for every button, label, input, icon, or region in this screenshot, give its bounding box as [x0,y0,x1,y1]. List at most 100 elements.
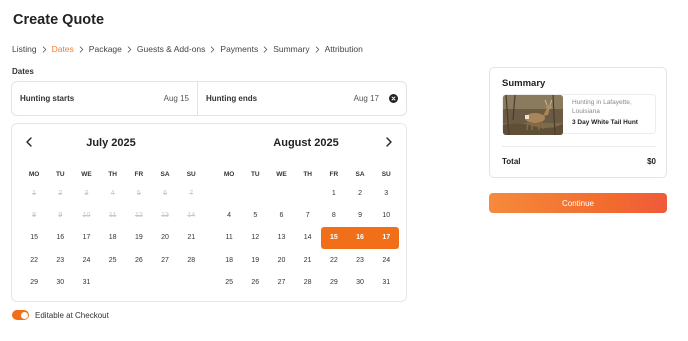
calendar-day[interactable]: 15 [21,227,47,249]
month-title-august: August 2025 [273,137,339,149]
total-label: Total [502,157,521,166]
weekday-header: MO [223,170,235,178]
calendar-day[interactable]: 23 [47,249,73,271]
empty-day-cell [295,182,321,204]
dates-section-label: Dates [12,67,34,76]
calendar-day[interactable]: 28 [178,249,204,271]
chevron-right-icon[interactable] [383,135,395,149]
calendar-day[interactable]: 4 [216,204,242,226]
month-grid-august: MO TU WE TH FR SA SU 1 2 3 4 5 6 7 8 9 10 11 12 13 14 15 16 17 1… [216,166,400,293]
breadcrumb-item-package[interactable]: Package [89,44,122,54]
calendar-day[interactable]: 17 [73,227,99,249]
start-date-field[interactable]: Hunting starts Aug 15 [12,82,198,115]
calendar-day[interactable]: 8 [321,204,347,226]
date-picker-calendar: July 2025 August 2025 MO TU WE TH FR SA SU 1 2 3 4… [11,123,407,302]
calendar-day[interactable]: 24 [373,249,399,271]
calendar-day[interactable]: 9 [347,204,373,226]
calendar-day[interactable]: 20 [268,249,294,271]
calendar-day[interactable]: 22 [21,249,47,271]
calendar-day[interactable]: 11 [216,227,242,249]
calendar-day[interactable]: 2 [347,182,373,204]
breadcrumb-item-attribution[interactable]: Attribution [325,44,363,54]
clear-dates-icon[interactable] [389,94,398,103]
weekday-header: MO [28,170,40,178]
calendar-day[interactable]: 27 [152,249,178,271]
calendar-day[interactable]: 29 [21,271,47,293]
calendar-day[interactable]: 21 [295,249,321,271]
weekday-header: SA [160,170,170,178]
weekday-header: WE [81,170,92,178]
listing-thumbnail [503,95,563,135]
calendar-day[interactable]: 18 [216,249,242,271]
continue-button[interactable]: Continue [489,193,667,213]
breadcrumb-item-dates[interactable]: Dates [52,44,74,54]
calendar-day[interactable]: 14 [295,227,321,249]
weekday-header: SU [186,170,196,178]
editable-toggle[interactable] [12,310,29,320]
calendar-day[interactable]: 15 [320,226,347,249]
calendar-day[interactable]: 16 [47,227,73,249]
calendar-day: 10 [82,211,91,219]
calendar-day[interactable]: 10 [373,204,399,226]
calendar-day: 2 [58,189,63,197]
weekday-header: SU [381,170,391,178]
empty-day-cell [268,182,294,204]
calendar-day[interactable]: 23 [347,249,373,271]
month-title-july: July 2025 [86,137,136,149]
calendar-day[interactable]: 27 [268,271,294,293]
calendar-day[interactable]: 31 [73,271,99,293]
calendar-day[interactable]: 28 [295,271,321,293]
calendar-day[interactable]: 22 [321,249,347,271]
calendar-day: 9 [58,211,63,219]
editable-toggle-label: Editable at Checkout [35,310,109,320]
summary-title: Summary [502,78,546,89]
calendar-day[interactable]: 16 [346,226,374,249]
calendar-day[interactable]: 25 [100,249,126,271]
calendar-day[interactable]: 24 [73,249,99,271]
weekday-header: FR [134,170,144,178]
calendar-day[interactable]: 6 [268,204,294,226]
breadcrumb-item-payments[interactable]: Payments [220,44,258,54]
calendar-day[interactable]: 29 [321,271,347,293]
editable-at-checkout-row: Editable at Checkout [12,310,109,320]
calendar-day[interactable]: 26 [242,271,268,293]
end-date-label: Hunting ends [206,94,258,103]
empty-day-cell [242,182,268,204]
calendar-day[interactable]: 12 [242,227,268,249]
calendar-day: 1 [32,189,37,197]
calendar-day[interactable]: 3 [373,182,399,204]
breadcrumb-item-listing[interactable]: Listing [12,44,37,54]
calendar-day[interactable]: 5 [242,204,268,226]
calendar-day[interactable]: 18 [100,227,126,249]
calendar-day: 7 [189,189,194,197]
summary-card: Summary Hunting in Lafayette, Louisiana … [489,67,667,178]
breadcrumb-item-summary[interactable]: Summary [273,44,309,54]
date-range-field[interactable]: Hunting starts Aug 15 Hunting ends Aug 1… [11,81,407,116]
calendar-day[interactable]: 30 [47,271,73,293]
end-date-value: Aug 17 [353,94,379,103]
calendar-day: 13 [161,211,169,219]
weekday-header: TU [250,170,260,178]
calendar-day: 8 [32,211,37,219]
calendar-day: 4 [110,189,115,197]
toggle-knob [20,311,28,319]
calendar-day[interactable]: 1 [321,182,347,204]
weekday-header: FR [329,170,339,178]
calendar-day[interactable]: 7 [295,204,321,226]
calendar-day[interactable]: 20 [152,227,178,249]
calendar-day: 14 [187,211,196,219]
calendar-day[interactable]: 25 [216,271,242,293]
weekday-header: WE [276,170,287,178]
calendar-day[interactable]: 13 [268,227,294,249]
total-value: $0 [647,157,656,166]
breadcrumb-item-guests-add-ons[interactable]: Guests & Add-ons [137,44,206,54]
calendar-day[interactable]: 21 [178,227,204,249]
end-date-field[interactable]: Hunting ends Aug 17 [198,82,406,115]
calendar-day[interactable]: 17 [373,226,400,249]
calendar-day[interactable]: 31 [373,271,399,293]
calendar-day[interactable]: 30 [347,271,373,293]
chevron-right-icon [258,45,273,53]
calendar-day[interactable]: 19 [242,249,268,271]
calendar-day[interactable]: 19 [126,227,152,249]
calendar-day[interactable]: 26 [126,249,152,271]
